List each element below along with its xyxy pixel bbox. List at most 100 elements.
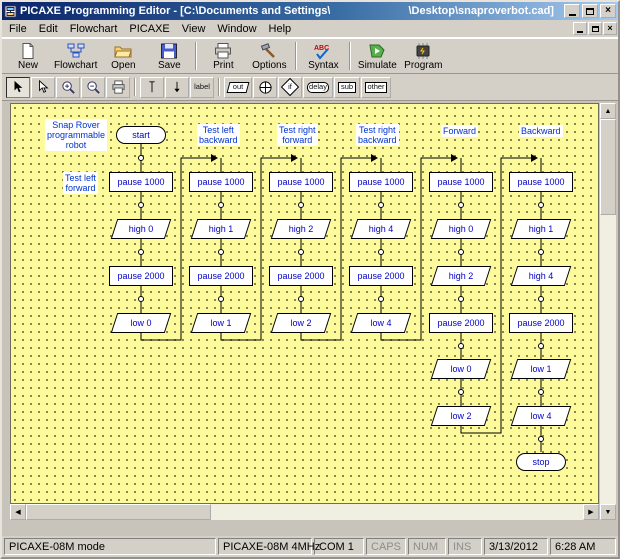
flowchart-shape[interactable]: pause 1000 [429,172,493,192]
flowchart-shape[interactable]: high 2 [274,219,328,239]
flowchart-shape[interactable]: pause 2000 [509,313,573,333]
toolbar-separator [195,42,197,70]
zoom-out-button[interactable] [81,77,105,98]
minimize-icon [569,14,576,16]
menu-item-picaxe[interactable]: PICAXE [123,22,175,36]
maximize-button[interactable] [582,4,598,18]
save-button[interactable]: Save [146,41,192,72]
if-command-button[interactable]: if [278,77,302,98]
flowchart-shape[interactable]: pause 2000 [109,266,173,286]
delay-command-button[interactable]: delay [303,77,333,98]
flowchart-shape[interactable]: high 1 [514,219,568,239]
vertical-scroll-thumb[interactable] [600,119,616,215]
flowchart-shape[interactable]: high 4 [514,266,568,286]
horizontal-scrollbar[interactable]: ◀ ▶ [10,504,599,520]
flowchart-comment[interactable]: Test right backward [356,124,399,146]
program-button[interactable]: Program [400,41,446,72]
horizontal-scroll-thumb[interactable] [26,504,211,520]
flowchart-shape[interactable]: low 4 [514,406,568,426]
syntax-button[interactable]: ABC Syntax [300,41,346,72]
flowchart-shape[interactable]: low 1 [514,359,568,379]
flowchart-comment[interactable]: Test right forward [277,124,318,146]
sub-command-button[interactable]: sub [334,77,360,98]
scroll-up-button[interactable]: ▲ [600,103,616,119]
new-button[interactable]: New [5,41,51,72]
close-button[interactable]: × [600,4,616,18]
flowchart-shape[interactable]: pause 2000 [189,266,253,286]
shape-label: high 1 [529,224,554,234]
flowchart-shape-stop[interactable]: stop [516,453,566,471]
flowchart-shape[interactable]: pause 1000 [109,172,173,192]
mdi-minimize-button[interactable] [573,22,587,35]
flowchart-shape[interactable]: high 1 [194,219,248,239]
select-tool-button[interactable] [6,77,30,98]
menu-item-flowchart[interactable]: Flowchart [64,22,124,36]
delay-command-text: delay [309,83,327,91]
vertical-scrollbar[interactable]: ▲ ▼ [600,103,616,520]
syntax-check-icon: ABC [313,42,333,60]
mdi-close-button[interactable]: × [603,22,617,35]
simulate-button[interactable]: Simulate [354,41,400,72]
flowchart-comment[interactable]: Backward [519,125,563,137]
zoom-in-button[interactable] [56,77,80,98]
flowchart-button[interactable]: Flowchart [51,41,100,72]
shape-label: pause 2000 [277,271,324,281]
flowchart-shape[interactable]: high 2 [434,266,488,286]
scroll-left-button[interactable]: ◀ [10,504,26,520]
up-arrow-icon: ▲ [605,108,612,115]
flowchart-comment[interactable]: Forward [441,125,478,137]
flowchart-shape[interactable]: pause 1000 [189,172,253,192]
other-command-button[interactable]: other [361,77,391,98]
status-mode: PICAXE-08M mode [4,538,216,555]
title-bar[interactable]: PICAXE Programming Editor - [C:\Document… [2,2,618,20]
toolbar-button-label: Print [213,60,234,71]
flowchart-shape[interactable]: pause 2000 [429,313,493,333]
options-button[interactable]: Options [246,41,292,72]
scroll-down-button[interactable]: ▼ [600,504,616,520]
mdi-restore-button[interactable] [588,22,602,35]
flowchart-shape[interactable]: pause 1000 [349,172,413,192]
print-preview-button[interactable] [106,77,130,98]
toolbar-button-label: Save [158,60,181,71]
scroll-right-button[interactable]: ▶ [583,504,599,520]
flowchart-shape[interactable]: low 0 [434,359,488,379]
flowchart-shape[interactable]: pause 2000 [349,266,413,286]
menu-item-window[interactable]: Window [211,22,262,36]
flowchart-shape[interactable]: low 1 [194,313,248,333]
flowchart-shape[interactable]: low 2 [434,406,488,426]
flowchart-comment[interactable]: Test left backward [197,124,240,146]
flowchart-shape[interactable]: low 2 [274,313,328,333]
zoom-out-icon [86,80,101,95]
flowchart-shape[interactable]: high 4 [354,219,408,239]
flowchart-shape[interactable]: pause 1000 [509,172,573,192]
flowchart-shape-start[interactable]: start [116,126,166,144]
shape-label: high 0 [449,224,474,234]
window-title-left: PICAXE Programming Editor - [C:\Document… [20,5,330,17]
flowchart-shape[interactable]: low 0 [114,313,168,333]
print-button[interactable]: Print [200,41,246,72]
out-command-button[interactable]: out [224,77,252,98]
flowchart-shape[interactable]: low 4 [354,313,408,333]
move-tool-button[interactable] [31,77,55,98]
line-tool-button[interactable] [140,77,164,98]
minimize-button[interactable] [564,4,580,18]
flowchart-shape[interactable]: pause 1000 [269,172,333,192]
label-tool-button[interactable]: label [190,77,214,98]
flowchart-canvas[interactable]: Snap Rover programmable robot Test left … [10,103,599,504]
arrow-line-tool-button[interactable] [165,77,189,98]
menu-item-view[interactable]: View [176,22,212,36]
flowchart-comment[interactable]: Snap Rover programmable robot [45,119,107,151]
shape-label: pause 2000 [437,318,484,328]
toolbar-button-label: Program [404,60,442,71]
flowchart-shape[interactable]: high 0 [114,219,168,239]
motor-command-button[interactable] [253,77,277,98]
flowchart-comment[interactable]: Test left forward [63,172,98,194]
flowchart-shape[interactable]: high 0 [434,219,488,239]
flowchart-shape[interactable]: pause 2000 [269,266,333,286]
open-button[interactable]: Open [100,41,146,72]
flowchart-connectors [11,104,599,504]
menu-item-edit[interactable]: Edit [33,22,64,36]
toolbar-separator [295,42,297,70]
menu-item-help[interactable]: Help [263,22,298,36]
menu-item-file[interactable]: File [3,22,33,36]
